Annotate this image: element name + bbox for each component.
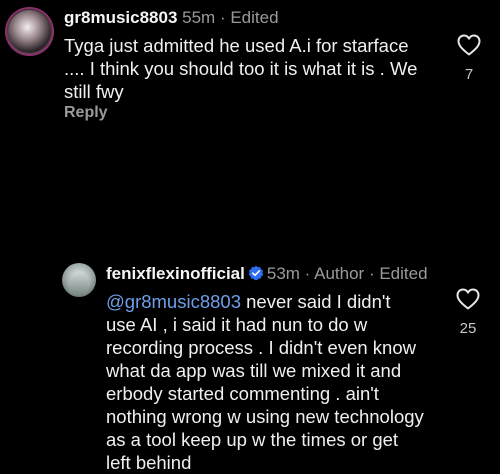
avatar[interactable] [62, 263, 96, 297]
verified-badge-icon [248, 265, 264, 281]
edited-label: Edited [379, 264, 428, 283]
separator-dot: · [299, 264, 315, 283]
heart-outline-icon [456, 288, 480, 310]
comment-1: gr8music8803 55m · Edited Tyga just admi… [0, 0, 500, 126]
like-button[interactable]: 25 [455, 288, 481, 337]
comment-header: gr8music8803 55m · Edited [64, 8, 279, 28]
comment-text-body: never said I didn't use AI , i said it h… [106, 291, 424, 473]
heart-outline-icon [457, 34, 481, 56]
timestamp: 55m [182, 8, 216, 27]
edited-label: Edited [230, 8, 279, 27]
like-count: 25 [459, 320, 477, 337]
comment-2: fenixflexinofficial 53m · Author · Edite… [0, 126, 500, 473]
avatar-image [70, 272, 88, 294]
timestamp: 53m [266, 264, 300, 283]
mention-link[interactable]: @gr8music8803 [106, 291, 241, 312]
avatar[interactable] [5, 7, 54, 56]
like-button[interactable]: 7 [456, 34, 482, 83]
author-badge: Author [314, 264, 365, 283]
comment-text: @gr8music8803 never said I didn't use AI… [106, 290, 424, 474]
username[interactable]: gr8music8803 [64, 8, 177, 27]
comment-header: fenixflexinofficial 53m · Author · Edite… [106, 264, 428, 284]
like-count: 7 [464, 66, 474, 83]
avatar-image [8, 10, 51, 53]
comment-text: Tyga just admitted he used A.i for starf… [64, 35, 418, 102]
separator-dot: · [364, 264, 380, 283]
separator-dot: · [215, 8, 231, 27]
username[interactable]: fenixflexinofficial [106, 264, 245, 283]
reply-button[interactable]: Reply [64, 104, 108, 122]
